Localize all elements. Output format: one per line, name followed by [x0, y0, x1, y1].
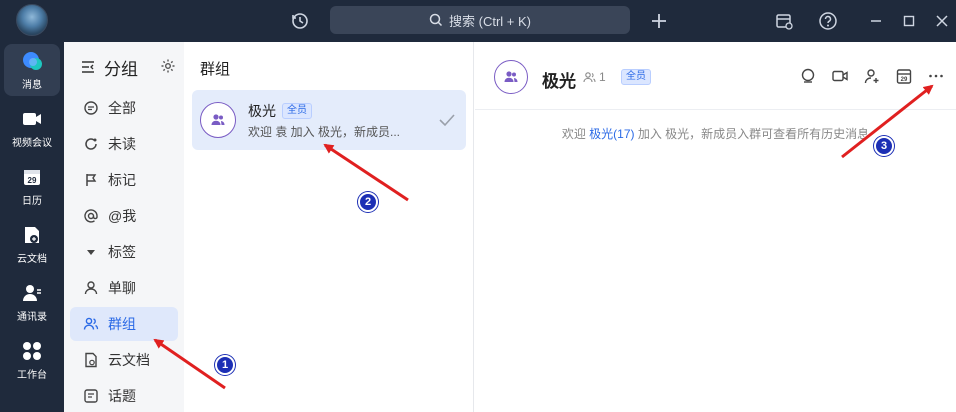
calendar-icon[interactable]: 29: [894, 66, 914, 86]
close-icon[interactable]: [928, 7, 956, 35]
group-item-label: 群组: [108, 316, 136, 332]
group-item-tags[interactable]: 标签: [70, 235, 178, 269]
video-call-icon[interactable]: [830, 66, 850, 86]
group-avatar: [200, 102, 236, 138]
chat-header: 极光 1 全员 29: [475, 42, 956, 110]
help-icon[interactable]: [814, 7, 842, 35]
flag-icon: [82, 171, 100, 189]
system-message-suffix: 加入 极光，新成员入群可查看所有历史消息: [634, 127, 870, 141]
group-filter-panel: 分组 全部 未读 标记 @我 标签 单聊 群组 云文档 话题: [64, 42, 184, 412]
groups-header: 分组: [80, 56, 176, 79]
group-item-label: 全部: [108, 100, 136, 116]
nav-label: 云文档: [17, 253, 47, 265]
nav-label: 日历: [22, 195, 42, 207]
nav-item-cloud-docs[interactable]: 云文档: [4, 218, 60, 270]
group-item-label: 话题: [108, 388, 136, 404]
group-item-all[interactable]: 全部: [70, 91, 178, 125]
chat-title: 极光: [542, 72, 576, 91]
conversation-preview: 欢迎 袁 加入 极光，新成员...: [248, 125, 401, 139]
plus-icon[interactable]: [645, 7, 673, 35]
member-link[interactable]: 极光(17): [589, 127, 634, 141]
chat-avatar[interactable]: [494, 60, 528, 94]
collapse-menu-icon[interactable]: [80, 59, 96, 75]
group-item-groups[interactable]: 群组: [70, 307, 178, 341]
search-icon: [429, 13, 443, 27]
all-members-badge: 全员: [621, 69, 651, 85]
at-icon: [82, 207, 100, 225]
nav-label: 消息: [22, 79, 42, 91]
nav-item-messages[interactable]: 消息: [4, 44, 60, 96]
history-icon[interactable]: [286, 7, 314, 35]
refresh-icon: [82, 135, 100, 153]
group-icon: [82, 315, 100, 333]
nav-item-video[interactable]: 视频会议: [4, 102, 60, 154]
member-count[interactable]: 1: [583, 70, 606, 84]
annotation-number-1: 1: [215, 355, 235, 375]
group-item-label: 标签: [108, 244, 136, 260]
conversation-item[interactable]: 极光 全员 欢迎 袁 加入 极光，新成员...: [192, 90, 466, 150]
nav-item-contacts[interactable]: 通讯录: [4, 276, 60, 328]
chat-bubble-icon: [82, 99, 100, 117]
add-member-icon[interactable]: [862, 66, 882, 86]
person-icon: [82, 279, 100, 297]
message-icon: [21, 50, 43, 72]
group-item-unread[interactable]: 未读: [70, 127, 178, 161]
calendar-day: 29: [28, 176, 37, 185]
annotation-number-2: 2: [358, 192, 378, 212]
group-icon: [211, 114, 225, 125]
group-item-mentions[interactable]: @我: [70, 199, 178, 233]
conversation-name: 极光: [248, 103, 276, 119]
all-members-badge: 全员: [282, 103, 312, 119]
list-title: 群组: [200, 61, 231, 78]
nav-label: 工作台: [17, 369, 47, 381]
search-label: 搜索 (Ctrl + K): [449, 13, 531, 29]
group-item-label: 标记: [108, 172, 136, 188]
maximize-icon[interactable]: [895, 7, 923, 35]
group-item-cloud-docs[interactable]: 云文档: [70, 343, 178, 377]
doc-icon: [82, 351, 100, 369]
system-message-prefix: 欢迎: [561, 127, 590, 141]
gear-icon[interactable]: [160, 58, 176, 74]
contacts-icon: [21, 282, 43, 304]
main-nav: 消息 视频会议 29 日历 云文档 通讯录 工作台: [0, 42, 64, 412]
group-item-flagged[interactable]: 标记: [70, 163, 178, 197]
user-avatar[interactable]: [16, 4, 48, 36]
groups-title: 分组: [104, 59, 138, 79]
topic-icon: [82, 387, 100, 405]
group-item-topics[interactable]: 话题: [70, 379, 178, 412]
nav-label: 通讯录: [17, 311, 47, 323]
check-icon[interactable]: [438, 112, 456, 128]
search-bar[interactable]: 搜索 (Ctrl + K): [330, 6, 630, 34]
calendar-day: 29: [901, 77, 908, 83]
search-chat-icon[interactable]: [798, 66, 818, 86]
minimize-icon[interactable]: [862, 7, 890, 35]
nav-item-workbench[interactable]: 工作台: [4, 334, 60, 386]
group-item-label: 未读: [108, 136, 136, 152]
group-item-label: 云文档: [108, 352, 150, 368]
chat-panel: 极光 1 全员 29 欢迎 极光(17) 加入 极光，新成员入群可查看所有历史消…: [475, 42, 956, 412]
triangle-down-icon: [82, 243, 100, 261]
conversation-name-row: 极光 全员: [248, 101, 312, 121]
nav-label: 视频会议: [12, 137, 52, 149]
group-item-label: 单聊: [108, 280, 136, 296]
member-count-value: 1: [599, 70, 606, 84]
title-bar: 搜索 (Ctrl + K): [0, 0, 956, 42]
cloud-doc-icon: [21, 224, 43, 246]
workbench-icon: [21, 340, 43, 362]
calendar-icon: 29: [21, 166, 43, 188]
nav-item-calendar[interactable]: 29 日历: [4, 160, 60, 212]
group-item-direct[interactable]: 单聊: [70, 271, 178, 305]
member-icon: [583, 71, 596, 82]
annotation-number-3: 3: [874, 136, 894, 156]
more-icon[interactable]: [926, 66, 946, 86]
group-icon: [504, 71, 518, 82]
calendar-alert-icon[interactable]: [770, 7, 798, 35]
group-item-label: @我: [108, 208, 137, 224]
video-icon: [21, 108, 43, 130]
